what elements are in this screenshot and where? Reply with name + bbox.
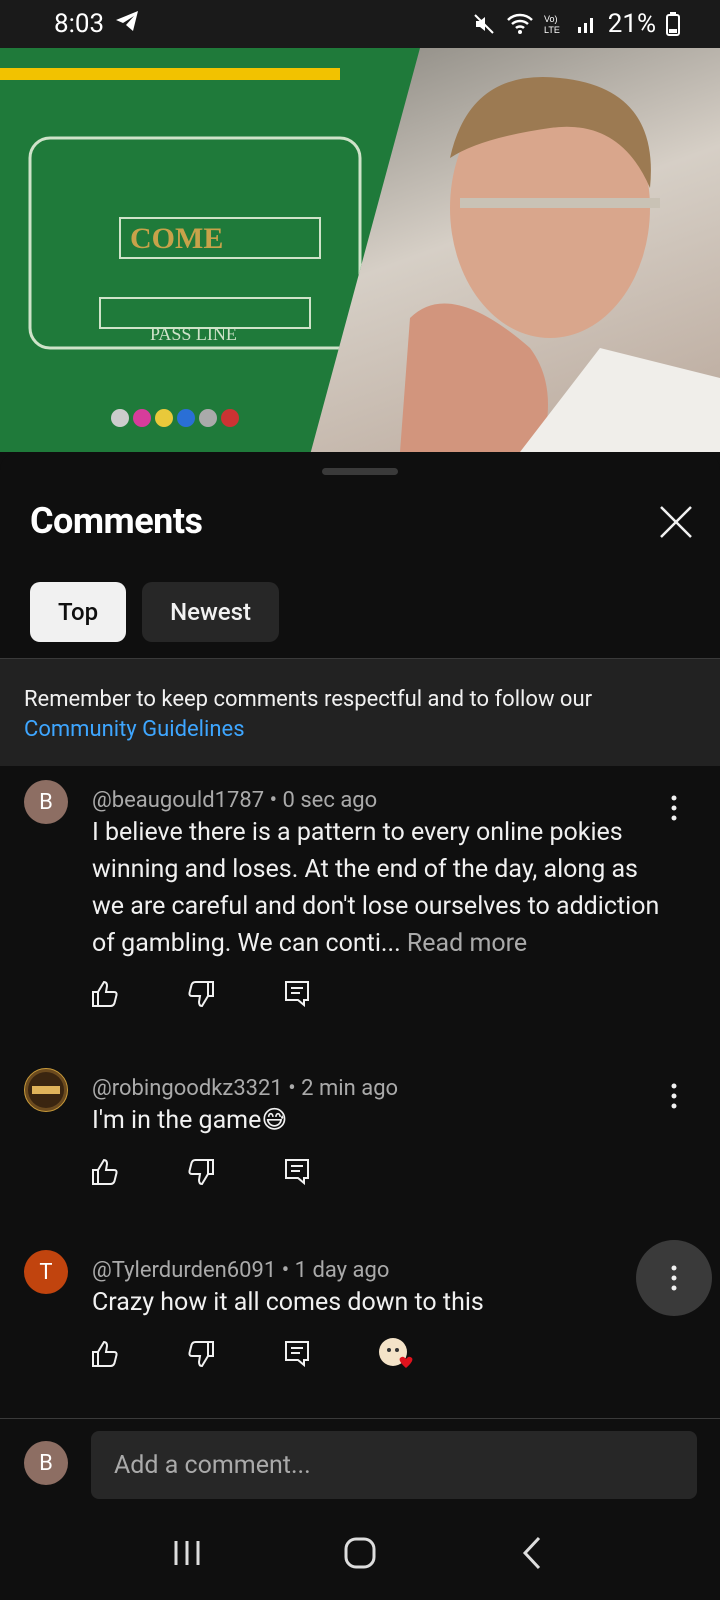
reply-button[interactable]	[282, 978, 378, 1010]
mute-icon	[472, 12, 496, 36]
reply-icon	[285, 1341, 309, 1368]
recent-apps-icon	[174, 1541, 200, 1565]
thumbs-up-icon	[92, 1340, 118, 1367]
comment-author[interactable]: @robingoodkz3321	[92, 1076, 283, 1101]
comment-time: 0 sec ago	[282, 788, 378, 813]
creator-heart-badge	[378, 1338, 474, 1370]
reply-button[interactable]	[282, 1156, 378, 1188]
comment-meta: @robingoodkz3321 • 2 min ago	[92, 1076, 398, 1101]
like-button[interactable]	[90, 978, 186, 1010]
tab-top[interactable]: Top	[30, 582, 127, 642]
svg-text:PASS LINE: PASS LINE	[150, 324, 237, 344]
avatar: B	[24, 1441, 68, 1485]
back-button[interactable]	[513, 1533, 553, 1577]
community-guidelines-link[interactable]: Community Guidelines	[24, 715, 696, 745]
meta-separator: •	[288, 1076, 296, 1101]
home-button[interactable]	[340, 1533, 380, 1577]
comment-text: I'm in the game😅	[92, 1106, 288, 1135]
battery-percent: 21%	[607, 9, 656, 39]
home-icon	[344, 1537, 376, 1569]
video-player[interactable]: COME PASS LINE	[0, 48, 720, 452]
reply-icon	[285, 981, 309, 1008]
add-comment-input[interactable]: Add a comment...	[91, 1431, 697, 1499]
avatar-letter: B	[39, 1450, 53, 1476]
reply-button[interactable]	[282, 1338, 378, 1370]
comment-body: I believe there is a pattern to every on…	[92, 818, 660, 958]
comment-meta: @Tylerdurden6091 • 1 day ago	[92, 1258, 389, 1283]
battery-icon	[666, 12, 680, 36]
svg-text:Vo): Vo)	[544, 14, 558, 24]
comment-text: Crazy how it all comes down to this	[92, 1288, 484, 1317]
comment-author[interactable]: @beaugould1787	[92, 788, 264, 813]
guidelines-notice: Remember to keep comments respectful and…	[0, 658, 720, 766]
close-button[interactable]	[656, 502, 696, 542]
thumbs-down-icon	[188, 1341, 214, 1368]
system-nav-bar	[0, 1510, 720, 1600]
avatar[interactable]: B	[24, 780, 68, 824]
dislike-button[interactable]	[186, 1338, 282, 1370]
thumbs-down-icon	[188, 981, 214, 1008]
meta-separator: •	[269, 788, 278, 813]
avatar-logo-icon	[28, 1072, 64, 1108]
avatar[interactable]: T	[24, 1250, 68, 1294]
status-bar: 8:03 Vo) LTE 21%	[0, 0, 720, 48]
avatar[interactable]	[24, 1068, 68, 1112]
signal-icon	[576, 13, 598, 35]
avatar-letter: T	[39, 1259, 53, 1285]
svg-text:COME: COME	[130, 222, 223, 255]
close-icon	[660, 506, 692, 538]
comment-time: 2 min ago	[301, 1076, 399, 1101]
comment-actions	[90, 1156, 378, 1188]
drag-handle[interactable]	[322, 468, 398, 475]
like-button[interactable]	[90, 1156, 186, 1188]
tab-newest[interactable]: Newest	[142, 582, 280, 642]
meta-separator: •	[281, 1258, 290, 1283]
dislike-button[interactable]	[186, 978, 282, 1010]
volte-icon: Vo) LTE	[544, 12, 566, 36]
reply-icon	[285, 1159, 309, 1186]
read-more-link[interactable]: Read more	[407, 929, 527, 958]
comment-actions	[90, 978, 378, 1010]
telegram-icon	[114, 9, 140, 39]
thumbs-up-icon	[92, 1158, 118, 1185]
back-icon	[523, 1536, 541, 1570]
comment-author[interactable]: @Tylerdurden6091	[92, 1258, 276, 1283]
like-button[interactable]	[90, 1338, 186, 1370]
recent-apps-button[interactable]	[167, 1533, 207, 1577]
svg-text:LTE: LTE	[544, 25, 560, 35]
sheet-title: Comments	[30, 500, 203, 542]
status-time: 8:03	[54, 9, 105, 39]
comment-meta: @beaugould1787 • 0 sec ago	[92, 788, 377, 813]
wifi-icon	[506, 12, 534, 36]
thumbs-up-icon	[92, 980, 118, 1007]
add-comment-bar: B Add a comment...	[0, 1419, 720, 1507]
notice-text: Remember to keep comments respectful and…	[24, 687, 593, 712]
dislike-button[interactable]	[186, 1156, 282, 1188]
creator-heart-icon	[379, 1338, 413, 1368]
comment-actions	[90, 1338, 474, 1370]
avatar-letter: B	[39, 789, 53, 815]
sort-tabs: Top Newest	[30, 582, 280, 642]
comment-text: I believe there is a pattern to every on…	[92, 814, 672, 962]
comment-time: 1 day ago	[294, 1258, 390, 1283]
thumbs-down-icon	[188, 1159, 214, 1186]
